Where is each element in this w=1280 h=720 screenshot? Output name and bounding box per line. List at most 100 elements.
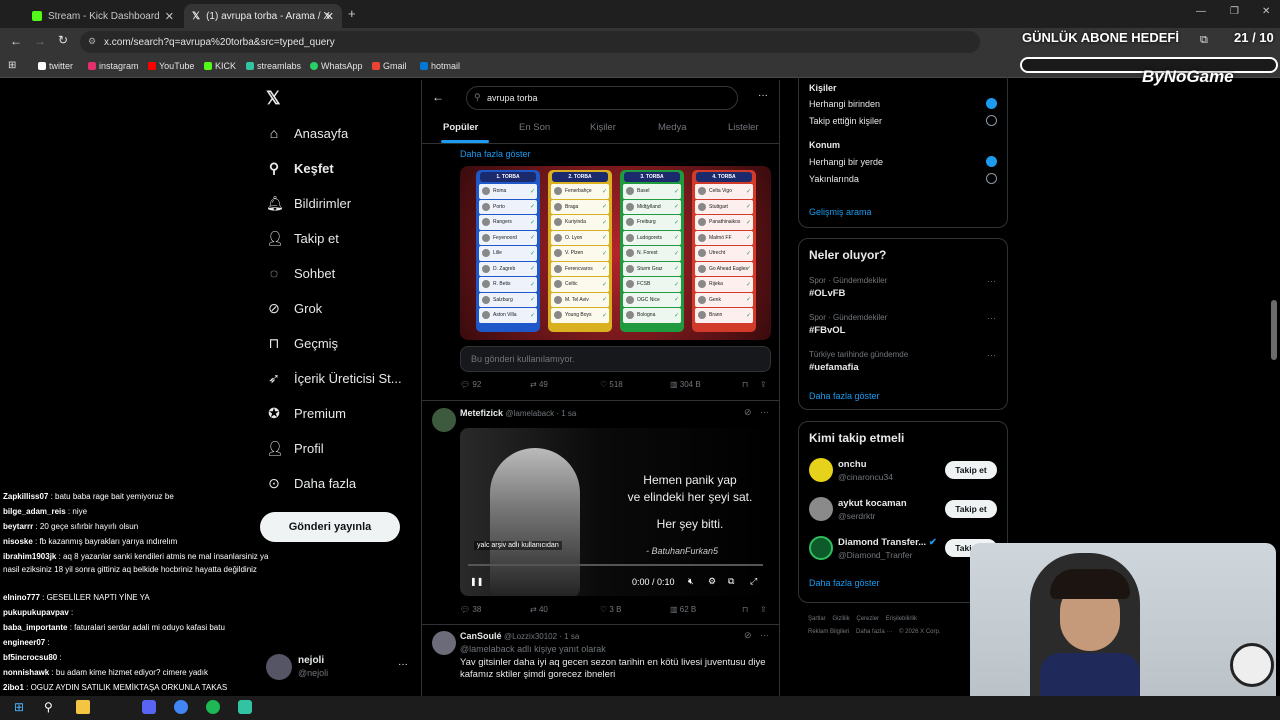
bookmark-youtube[interactable]: YouTube bbox=[148, 61, 194, 71]
chat-username[interactable]: nisoske bbox=[3, 537, 33, 546]
tab-kick-dashboard[interactable]: Stream - Kick Dashboard ✕ bbox=[24, 4, 182, 28]
pip-icon[interactable]: ⧉ bbox=[728, 576, 734, 587]
chat-username[interactable]: engineer07 bbox=[3, 638, 45, 647]
chat-username[interactable]: bilge_adam_reis bbox=[3, 507, 66, 516]
tab-latest[interactable]: En Son bbox=[519, 122, 550, 133]
windows-start-icon[interactable]: ⊞ bbox=[14, 700, 24, 714]
account-menu-icon[interactable]: ··· bbox=[398, 659, 408, 670]
video-player[interactable]: Hemen panik yap ve elindeki her şeyi sat… bbox=[460, 428, 771, 596]
share-icon[interactable]: ⇪ bbox=[760, 605, 767, 614]
like-count[interactable]: ♡ 518 bbox=[600, 380, 623, 389]
fullscreen-icon[interactable]: ⤢ bbox=[750, 576, 757, 587]
new-tab-icon[interactable]: + bbox=[348, 6, 356, 21]
avatar[interactable] bbox=[809, 497, 833, 521]
search-input[interactable]: ⚲ avrupa torba bbox=[466, 86, 738, 110]
nav-chat[interactable]: ◌ Sohbet bbox=[266, 263, 335, 283]
reply-count[interactable]: 💬︎ 38 bbox=[460, 605, 481, 614]
chat-username[interactable]: bf5incrocsu80 bbox=[3, 653, 57, 662]
tab-lists[interactable]: Listeler bbox=[728, 122, 759, 133]
url-input[interactable]: ⚙ x.com/search?q=avrupa%20torba&src=type… bbox=[80, 31, 980, 53]
close-icon[interactable]: ✕ bbox=[165, 10, 174, 23]
more-icon[interactable]: ··· bbox=[758, 90, 768, 101]
follow-button[interactable]: Takip et bbox=[945, 461, 997, 479]
radio-following[interactable] bbox=[986, 115, 997, 126]
tab-popular[interactable]: Popüler bbox=[443, 122, 478, 133]
tab-x-search[interactable]: 𝕏 (1) avrupa torba - Arama / X ✕ bbox=[184, 4, 342, 28]
who-show-more[interactable]: Daha fazla göster bbox=[809, 578, 880, 588]
forward-icon[interactable]: → bbox=[34, 34, 46, 48]
avatar[interactable] bbox=[432, 408, 456, 432]
trends-show-more[interactable]: Daha fazla göster bbox=[809, 391, 880, 401]
chat-username[interactable]: 2ibo1 bbox=[3, 683, 24, 692]
nav-follow[interactable]: 👤︎ Takip et bbox=[266, 228, 339, 248]
view-count[interactable]: ▥ 304 B bbox=[670, 380, 701, 389]
avatar[interactable] bbox=[809, 536, 833, 560]
back-arrow-icon[interactable]: ← bbox=[432, 90, 444, 104]
chrome-icon[interactable] bbox=[174, 700, 188, 714]
nav-grok[interactable]: ⊘ Grok bbox=[266, 298, 322, 318]
apps-grid-icon[interactable]: ⊞ bbox=[8, 60, 16, 71]
more-icon[interactable]: ··· bbox=[987, 350, 996, 360]
tab-media[interactable]: Medya bbox=[658, 122, 687, 133]
x-home-logo[interactable]: 𝕏 bbox=[266, 88, 281, 109]
chat-username[interactable]: pukupukupavpav bbox=[3, 608, 69, 617]
bookmark-icon[interactable]: ⊓ bbox=[742, 380, 748, 389]
nav-premium[interactable]: ✪ Premium bbox=[266, 403, 346, 423]
like-count[interactable]: ♡ 3 B bbox=[600, 605, 621, 614]
more-icon[interactable]: ··· bbox=[987, 276, 996, 286]
radio-anyone[interactable] bbox=[986, 98, 997, 109]
mute-icon[interactable]: 🔇︎ bbox=[688, 576, 694, 587]
radio-near[interactable] bbox=[986, 173, 997, 184]
more-icon[interactable]: ··· bbox=[760, 630, 769, 640]
pause-icon[interactable]: ❚❚ bbox=[470, 577, 483, 586]
bookmark-kick[interactable]: KICK bbox=[204, 61, 236, 71]
show-more-link[interactable]: Daha fazla göster bbox=[460, 149, 531, 159]
back-icon[interactable]: ← bbox=[10, 34, 22, 48]
bookmark-instagram[interactable]: instagram bbox=[88, 61, 139, 71]
chat-username[interactable]: beytarrr bbox=[3, 522, 33, 531]
reply-count[interactable]: 💬︎ 92 bbox=[460, 380, 481, 389]
trend-item[interactable]: #OLvFB bbox=[809, 288, 845, 299]
close-icon[interactable]: ✕ bbox=[325, 10, 334, 23]
nav-more[interactable]: ⊙ Daha fazla bbox=[266, 473, 356, 493]
trend-item[interactable]: #FBvOL bbox=[809, 325, 845, 336]
grok-icon[interactable]: ⊘ bbox=[744, 407, 752, 418]
repost-count[interactable]: ⇄ 40 bbox=[530, 605, 548, 614]
more-icon[interactable]: ··· bbox=[987, 313, 996, 323]
view-count[interactable]: ▥ 62 B bbox=[670, 605, 696, 614]
bookmark-gmail[interactable]: Gmail bbox=[372, 61, 407, 71]
advanced-search-link[interactable]: Gelişmiş arama bbox=[809, 207, 872, 217]
discord-icon[interactable] bbox=[142, 700, 156, 714]
settings-icon[interactable]: ⚙ bbox=[708, 576, 716, 587]
post-button[interactable]: Gönderi yayınla bbox=[260, 512, 400, 542]
avatar[interactable] bbox=[809, 458, 833, 482]
nav-creator-studio[interactable]: ➶ İçerik Üreticisi St... bbox=[266, 368, 402, 388]
repost-count[interactable]: ⇄ 49 bbox=[530, 380, 548, 389]
bookmark-icon[interactable]: ⊓ bbox=[742, 605, 748, 614]
maximize-icon[interactable]: ❐ bbox=[1230, 6, 1239, 17]
tab-people[interactable]: Kişiler bbox=[590, 122, 616, 133]
streamlabs-icon[interactable] bbox=[238, 700, 252, 714]
bookmark-twitter[interactable]: twitter bbox=[38, 61, 73, 71]
spotify-icon[interactable] bbox=[206, 700, 220, 714]
nav-home[interactable]: ⌂ Anasayfa bbox=[266, 123, 348, 143]
more-icon[interactable]: ··· bbox=[760, 407, 769, 417]
chat-username[interactable]: Zapkilliss07 bbox=[3, 492, 48, 501]
bookmark-hotmail[interactable]: hotmail bbox=[420, 61, 460, 71]
close-window-icon[interactable]: ✕ bbox=[1262, 6, 1270, 17]
chat-username[interactable]: elnino777 bbox=[3, 593, 40, 602]
location-option-anywhere[interactable]: Herhangi bir yerde bbox=[809, 157, 883, 167]
nav-explore[interactable]: ⚲ Keşfet bbox=[266, 158, 334, 178]
nav-profile[interactable]: 👤︎ Profil bbox=[266, 438, 324, 458]
nav-notifications[interactable]: 🔔︎ Bildirimler bbox=[266, 193, 351, 213]
trend-item[interactable]: #uefamafia bbox=[809, 362, 859, 373]
follow-button[interactable]: Takip et bbox=[945, 500, 997, 518]
share-icon[interactable]: ⇪ bbox=[760, 380, 767, 389]
minimize-icon[interactable]: — bbox=[1196, 6, 1206, 17]
bookmark-whatsapp[interactable]: WhatsApp bbox=[310, 61, 363, 71]
scrollbar-thumb[interactable] bbox=[1271, 300, 1277, 360]
nav-history[interactable]: ⊓ Geçmiş bbox=[266, 333, 339, 353]
bookmark-streamlabs[interactable]: streamlabs bbox=[246, 61, 301, 71]
search-icon[interactable]: ⚲ bbox=[44, 700, 53, 714]
people-option-anyone[interactable]: Herhangi birinden bbox=[809, 99, 880, 109]
